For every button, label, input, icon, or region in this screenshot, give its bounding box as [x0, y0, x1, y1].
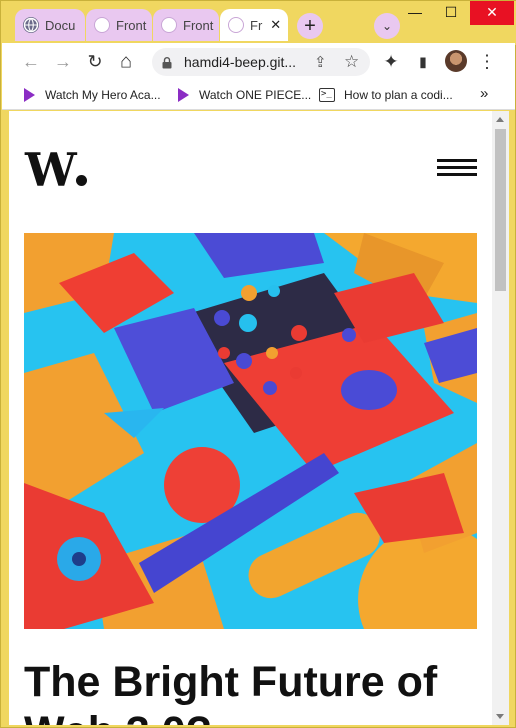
logo-dot — [75, 175, 87, 186]
forward-icon[interactable]: → — [52, 51, 74, 72]
hamburger-menu-icon[interactable] — [437, 159, 477, 177]
back-icon[interactable]: ← — [20, 51, 42, 72]
scrollbar-thumb[interactable] — [495, 129, 506, 291]
bookmark-item[interactable]: >_ How to plan a codi... — [319, 86, 453, 104]
play-icon — [24, 88, 35, 102]
tab-docu[interactable]: Docu — [15, 9, 85, 41]
reload-icon[interactable]: ↻ — [84, 51, 106, 72]
bookmark-label: Watch ONE PIECE... — [199, 88, 312, 102]
play-icon — [178, 88, 189, 102]
tab-front-1[interactable]: Front — [86, 9, 152, 41]
tab-title: Fr — [250, 17, 263, 33]
url-text: hamdi4-beep.git... — [184, 54, 297, 70]
page-viewport: W The Bright Future of — [9, 111, 492, 725]
share-icon[interactable]: ⇪ — [314, 53, 327, 71]
close-window-button[interactable]: ✕ — [470, 1, 514, 25]
bookmark-star-icon[interactable]: ☆ — [344, 52, 359, 72]
bookmarks-overflow-button[interactable]: » — [480, 84, 488, 102]
address-bar[interactable]: hamdi4-beep.git... ⇪ ☆ — [152, 48, 370, 76]
tab-front-2[interactable]: Front — [153, 9, 219, 41]
browser-toolbar: ← → ↻ ⌂ hamdi4-beep.git... ⇪ ☆ ✦ ▮ ⋮ — [2, 43, 515, 80]
minimize-button[interactable]: — — [397, 1, 433, 25]
close-tab-icon[interactable]: ✕ — [270, 17, 281, 33]
terminal-icon: >_ — [319, 88, 335, 102]
home-icon[interactable]: ⌂ — [115, 50, 137, 73]
tab-strip: Docu Front Front Fr ✕ + ⌄ — ☐ ✕ — [1, 1, 516, 45]
tab-active[interactable]: Fr ✕ — [220, 9, 288, 41]
tab-title: Docu — [45, 17, 76, 33]
menu-icon[interactable]: ⋮ — [476, 51, 498, 72]
extensions-icon[interactable]: ✦ — [380, 51, 402, 72]
bookmark-label: How to plan a codi... — [344, 88, 453, 102]
site-icon — [94, 17, 110, 33]
site-icon — [161, 17, 177, 33]
hero-illustration — [24, 233, 477, 629]
new-tab-button[interactable]: + — [297, 13, 323, 39]
site-logo[interactable]: W — [25, 147, 87, 193]
globe-icon — [23, 17, 39, 33]
site-icon — [228, 17, 244, 33]
bookmark-label: Watch My Hero Aca... — [45, 88, 161, 102]
maximize-button[interactable]: ☐ — [433, 1, 469, 25]
scroll-up-arrow-icon[interactable] — [496, 117, 504, 122]
bookmark-item[interactable]: Watch My Hero Aca... — [24, 86, 161, 104]
hero-image — [24, 233, 477, 629]
tab-title: Front — [116, 17, 147, 33]
lock-icon — [162, 56, 172, 69]
page-scrollbar[interactable] — [492, 111, 509, 725]
article-headline[interactable]: The Bright Future of Web 3.0? — [24, 657, 484, 725]
bookmark-item[interactable]: Watch ONE PIECE... — [178, 86, 311, 104]
logo-letter: W — [25, 143, 77, 197]
profile-avatar[interactable] — [445, 50, 467, 72]
scroll-down-arrow-icon[interactable] — [496, 714, 504, 719]
browser-window: Docu Front Front Fr ✕ + ⌄ — ☐ ✕ ← → ↻ ⌂ — [0, 0, 516, 728]
side-panel-icon[interactable]: ▮ — [412, 53, 434, 70]
tab-title: Front — [183, 17, 214, 33]
bookmarks-bar: Watch My Hero Aca... Watch ONE PIECE... … — [2, 80, 515, 110]
